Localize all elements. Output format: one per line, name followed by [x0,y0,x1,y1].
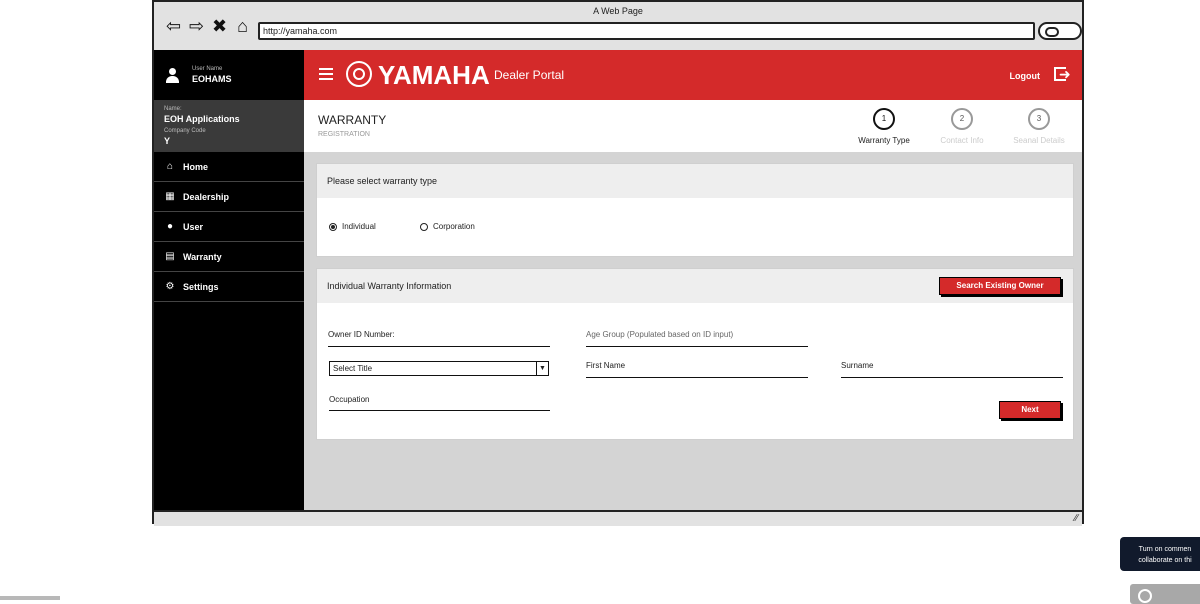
browser-search-field[interactable] [1038,22,1082,40]
user-name-value: EOHAMS [192,74,232,84]
gear-icon: ⚙ [165,281,175,292]
menu-icon[interactable] [319,68,333,83]
resize-grip-icon[interactable]: ∕∕ [1075,513,1078,524]
search-icon [1045,27,1059,37]
sidebar-item-label: User [183,221,204,232]
panel-heading: Please select warranty type [317,164,1073,198]
comment-tooltip: Turn on commen collaborate on thi [1120,537,1200,571]
url-bar[interactable]: http://yamaha.com [258,22,1035,40]
sidebar-item-warranty[interactable]: ▤ Warranty [154,242,304,272]
comment-tooltip-line2: collaborate on thi [1138,557,1192,564]
occupation-label: Occupation [329,395,370,404]
individual-info-panel: Individual Warranty Information Search E… [316,268,1074,440]
user-icon: ● [166,221,174,232]
main-content: YAMAHA Dealer Portal Logout WARRANTY REG… [304,50,1082,510]
sidebar-item-user[interactable]: ● User [154,212,304,242]
page-header: WARRANTY REGISTRATION 1 Warranty Type 2 … [304,100,1082,152]
chevron-down-icon[interactable]: ▼ [536,362,548,375]
building-icon: ▦ [165,191,175,202]
company-code-label: Company Code [164,128,206,134]
surname-input[interactable] [841,377,1063,378]
page-viewport: User Name EOHAMS Name: EOH Applications … [154,50,1082,510]
sidebar-item-label: Dealership [183,191,230,202]
sidebar-item-dealership[interactable]: ▦ Dealership [154,182,304,212]
browser-nav: ⇦ ⇨ ✖ ⌂ [164,16,252,36]
bottom-left-widget[interactable] [0,596,60,600]
company-block: Name: EOH Applications Company Code Y [154,100,304,152]
step-label: Contact Info [940,136,984,145]
top-bar: YAMAHA Dealer Portal Logout [304,50,1082,100]
owner-id-label: Owner ID Number: [328,330,395,339]
page-title: WARRANTY [318,113,387,127]
comment-toggle-widget[interactable] [1130,584,1200,604]
title-select[interactable]: Select Title ▼ [329,361,549,376]
occupation-input[interactable] [329,410,550,411]
owner-id-input[interactable] [328,346,550,347]
portal-title: Dealer Portal [494,68,565,82]
radio-selected-icon[interactable] [329,222,337,231]
home-icon: ⌂ [166,161,174,172]
logout-link[interactable]: Logout [1010,71,1041,81]
first-name-input[interactable] [586,377,808,378]
radio-unselected-icon[interactable] [420,222,428,231]
name-label: Name: [164,106,182,112]
logout-icon[interactable] [1054,66,1071,83]
browser-status-bar: ∕∕ [154,510,1082,526]
sidebar-item-label: Home [183,161,209,172]
sidebar-item-label: Warranty [183,251,222,262]
company-code-value: Y [164,136,171,146]
browser-window: A Web Page ⇦ ⇨ ✖ ⌂ http://yamaha.com Use… [152,0,1084,526]
step-number: 2 [951,108,973,130]
step-contact-info[interactable]: 2 Contact Info [927,108,997,145]
step-seanal-details[interactable]: 3 Seanal Details [1004,108,1074,145]
sidebar: User Name EOHAMS Name: EOH Applications … [154,50,304,510]
step-label: Seanal Details [1013,136,1065,145]
user-icon [166,68,179,83]
radio-label: Individual [342,222,376,231]
sidebar-item-home[interactable]: ⌂ Home [154,152,304,182]
step-number: 3 [1028,108,1050,130]
sidebar-item-label: Settings [183,281,219,292]
document-icon: ▤ [165,251,175,262]
home-icon[interactable]: ⌂ [233,16,252,36]
search-existing-owner-button[interactable]: Search Existing Owner [939,277,1061,295]
forward-icon[interactable]: ⇨ [187,16,206,36]
age-group-label: Age Group (Populated based on ID input) [586,330,734,339]
page-subtitle: REGISTRATION [318,131,370,138]
step-label: Warranty Type [858,136,910,145]
close-icon[interactable]: ✖ [210,16,229,36]
back-icon[interactable]: ⇦ [164,16,183,36]
age-group-field [586,346,808,347]
surname-label: Surname [841,361,874,370]
sidebar-item-settings[interactable]: ⚙ Settings [154,272,304,302]
user-name-label: User Name [192,66,223,72]
title-select-value: Select Title [333,364,373,373]
comment-tooltip-line1: Turn on commen [1138,546,1192,553]
window-title: A Web Page [593,6,643,16]
name-value: EOH Applications [164,114,240,124]
yamaha-logo-icon [346,61,372,87]
first-name-label: First Name [586,361,626,370]
step-number: 1 [873,108,895,130]
brand-name: YAMAHA [378,60,490,90]
warranty-type-panel: Please select warranty type Individual C… [316,163,1074,257]
radio-label: Corporation [433,222,475,231]
next-button[interactable]: Next [999,401,1061,419]
comment-icon [1138,589,1152,603]
radio-individual[interactable]: Individual [329,222,376,231]
user-block: User Name EOHAMS [154,50,304,100]
step-warranty-type[interactable]: 1 Warranty Type [849,108,919,145]
radio-corporation[interactable]: Corporation [420,222,475,231]
